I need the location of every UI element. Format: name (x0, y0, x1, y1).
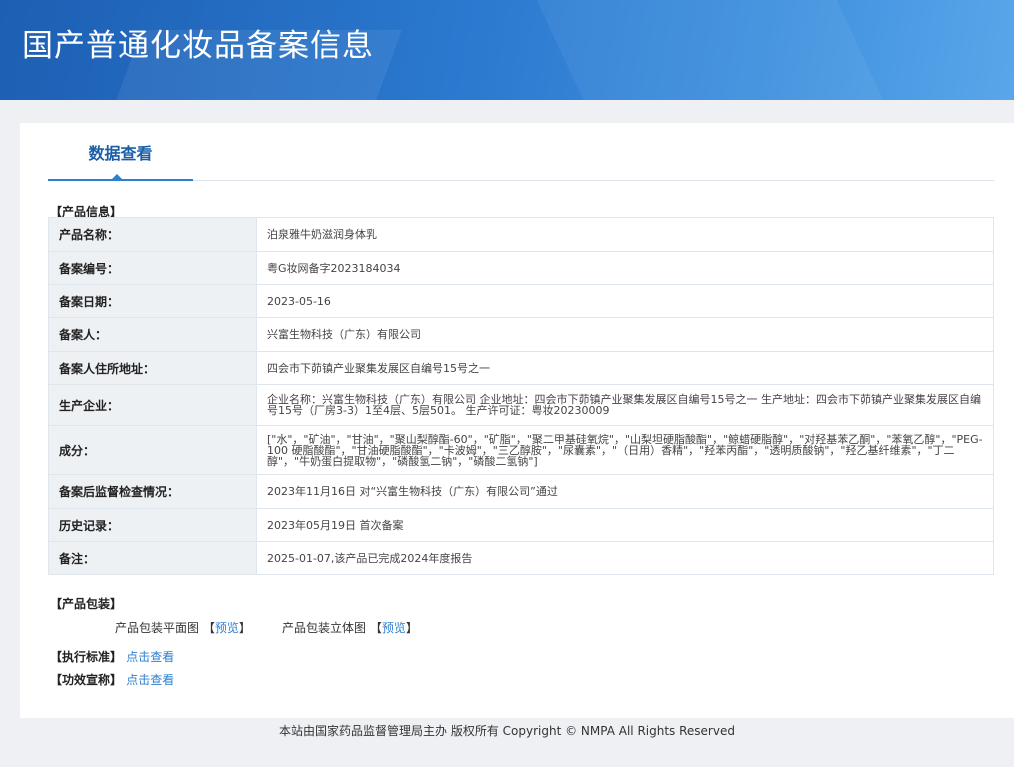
standard-row: 【执行标准】 点击查看 (50, 648, 174, 665)
history-value: 2023年05月19日 首次备案 (256, 508, 994, 542)
standard-view-link[interactable]: 点击查看 (126, 650, 174, 664)
field-label: 备案人： (48, 317, 257, 352)
content-panel: 数据查看 【产品信息】 产品名称： 泊泉雅牛奶滋润身体乳 备案编号： 粤G妆网备… (20, 123, 1014, 718)
table-row: 备案编号： 粤G妆网备字2023184034 (48, 251, 994, 285)
packaging-heading: 【产品包装】 (50, 597, 123, 611)
packaging-flat-label: 产品包装平面图 (115, 621, 200, 635)
field-label: 生产企业： (48, 384, 257, 426)
table-row: 成分： ["水"，"矿油"，"甘油"，"聚山梨醇酯-60"，"矿脂"，"聚二甲基… (48, 425, 994, 475)
manufacturer-value: 企业名称：兴富生物科技（广东）有限公司 企业地址：四会市下茆镇产业聚集发展区自编… (256, 384, 994, 426)
field-label: 历史记录： (48, 508, 257, 542)
remarks-value: 2025-01-07,该产品已完成2024年度报告 (256, 541, 994, 575)
bracket-open: 【 (369, 621, 382, 635)
tab-active-caret-icon (111, 174, 123, 180)
table-row: 备案日期： 2023-05-16 (48, 284, 994, 318)
table-row: 历史记录： 2023年05月19日 首次备案 (48, 508, 994, 542)
bracket-close: 】 (405, 621, 418, 635)
inspection-value: 2023年11月16日 对“兴富生物科技（广东）有限公司”通过 (256, 474, 994, 509)
registrant-address-value: 四会市下茆镇产业聚集发展区自编号15号之一 (256, 351, 994, 385)
table-row: 备注： 2025-01-07,该产品已完成2024年度报告 (48, 541, 994, 575)
footer-copyright: 本站由国家药品监督管理局主办 版权所有 Copyright © NMPA All… (279, 724, 735, 738)
tab-bar: 数据查看 (48, 123, 994, 181)
packaging-flat-item: 产品包装平面图 【预览】 (115, 619, 251, 636)
preview-flat-link[interactable]: 预览 (215, 621, 239, 635)
packaging-stereo-label: 产品包装立体图 (282, 621, 367, 635)
efficacy-heading: 【功效宣称】 (50, 673, 123, 687)
table-row: 备案人： 兴富生物科技（广东）有限公司 (48, 317, 994, 352)
page-title: 国产普通化妆品备案信息 (22, 28, 374, 64)
bracket-open: 【 (202, 621, 215, 635)
field-label: 备案人住所地址： (48, 351, 257, 385)
table-row: 备案人住所地址： 四会市下茆镇产业聚集发展区自编号15号之一 (48, 351, 994, 385)
registrant-value: 兴富生物科技（广东）有限公司 (256, 317, 994, 352)
tab-data-view[interactable]: 数据查看 (48, 123, 193, 181)
field-label: 备案编号： (48, 251, 257, 285)
tab-label: 数据查看 (88, 144, 153, 163)
banner-decoration (527, 0, 893, 100)
ingredients-value: ["水"，"矿油"，"甘油"，"聚山梨醇酯-60"，"矿脂"，"聚二甲基硅氧烷"… (256, 425, 994, 475)
bracket-close: 】 (238, 621, 251, 635)
preview-stereo-link[interactable]: 预览 (382, 621, 406, 635)
field-label: 成分： (48, 425, 257, 475)
header-banner: 国产普通化妆品备案信息 (0, 0, 1014, 100)
field-label: 备案日期： (48, 284, 257, 318)
record-number-value: 粤G妆网备字2023184034 (256, 251, 994, 285)
product-info-table: 产品名称： 泊泉雅牛奶滋润身体乳 备案编号： 粤G妆网备字2023184034 … (48, 217, 994, 575)
efficacy-row: 【功效宣称】 点击查看 (50, 671, 174, 688)
product-name-value: 泊泉雅牛奶滋润身体乳 (256, 217, 994, 252)
field-label: 备案后监督检查情况： (48, 474, 257, 509)
standard-heading: 【执行标准】 (50, 650, 123, 664)
table-row: 产品名称： 泊泉雅牛奶滋润身体乳 (48, 217, 994, 252)
packaging-stereo-item: 产品包装立体图 【预览】 (282, 619, 418, 636)
field-label: 备注： (48, 541, 257, 575)
field-label: 产品名称： (48, 217, 257, 252)
record-date-value: 2023-05-16 (256, 284, 994, 318)
table-row: 生产企业： 企业名称：兴富生物科技（广东）有限公司 企业地址：四会市下茆镇产业聚… (48, 384, 994, 426)
efficacy-view-link[interactable]: 点击查看 (126, 673, 174, 687)
table-row: 备案后监督检查情况： 2023年11月16日 对“兴富生物科技（广东）有限公司”… (48, 474, 994, 509)
